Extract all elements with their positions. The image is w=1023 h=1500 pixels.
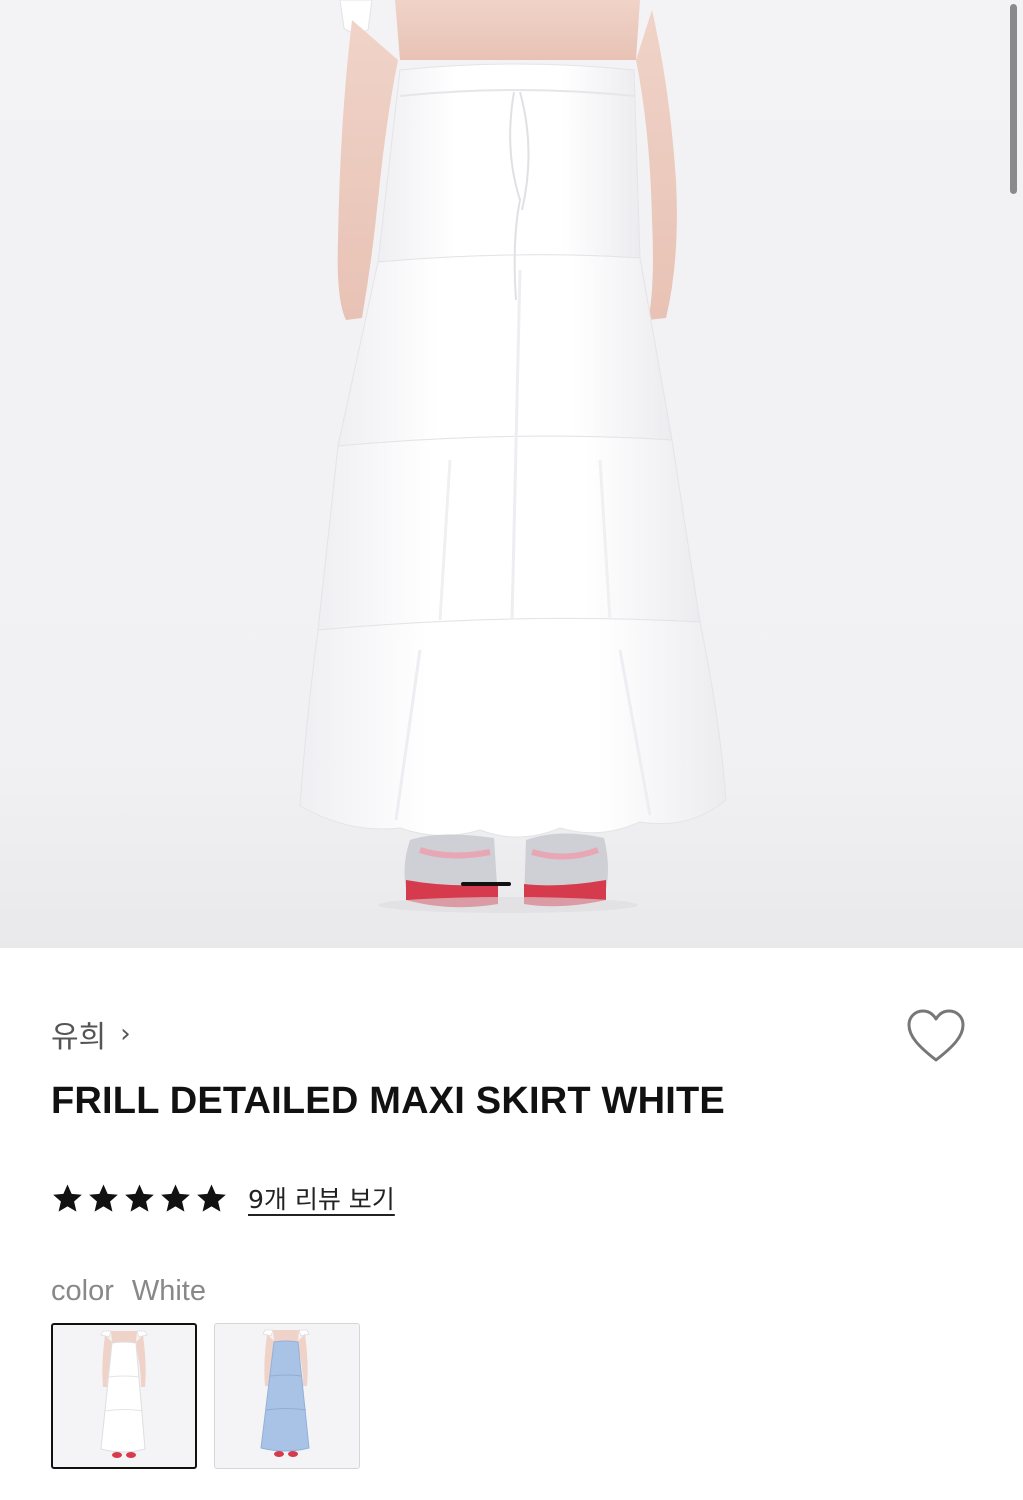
- heart-outline-icon[interactable]: [906, 1008, 966, 1064]
- star-rating: [51, 1182, 228, 1215]
- swatch-thumbnail-white: [100, 1330, 148, 1458]
- color-selector-label: color White: [51, 1275, 206, 1308]
- star-filled-icon: [161, 1183, 190, 1212]
- color-label: color: [51, 1275, 114, 1307]
- brand-link[interactable]: 유희 ›: [51, 1012, 131, 1056]
- swatch-thumbnail-blue: [260, 1329, 310, 1457]
- reviews-link[interactable]: 9개 리뷰 보기: [248, 1180, 395, 1216]
- product-title: FRILL DETAILED MAXI SKIRT WHITE: [51, 1080, 725, 1122]
- star-filled-icon: [89, 1183, 118, 1212]
- brand-name[interactable]: 유희: [51, 1012, 106, 1056]
- star-filled-icon: [125, 1183, 154, 1212]
- product-image-carousel[interactable]: [0, 0, 1023, 948]
- color-swatch-white[interactable]: [51, 1323, 197, 1469]
- color-value: White: [131, 1275, 206, 1307]
- product-photo: [299, 0, 727, 913]
- color-swatch-blue[interactable]: [214, 1323, 360, 1469]
- chevron-right-icon: ›: [120, 1019, 131, 1049]
- carousel-indicator[interactable]: [461, 882, 511, 886]
- star-filled-icon: [197, 1183, 226, 1212]
- rating-row: 9개 리뷰 보기: [51, 1180, 395, 1216]
- page-scrollbar[interactable]: [1010, 4, 1017, 194]
- star-filled-icon: [53, 1183, 82, 1212]
